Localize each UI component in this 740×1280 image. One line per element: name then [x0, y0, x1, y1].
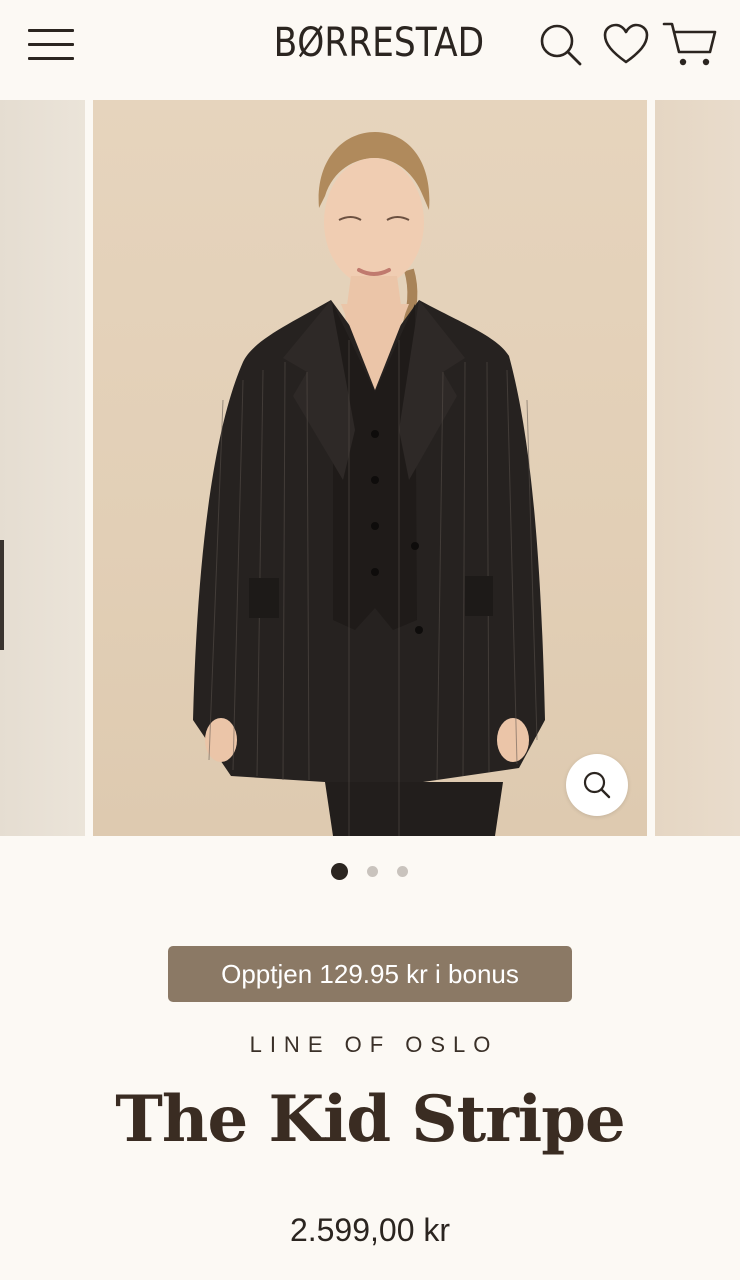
product-brand[interactable]: LINE OF OSLO	[0, 1032, 740, 1058]
zoom-magnifier-icon[interactable]	[566, 754, 628, 816]
pagination-dot-1[interactable]	[331, 863, 348, 880]
menu-icon[interactable]	[28, 28, 74, 62]
gallery-pagination	[330, 862, 410, 882]
cart-icon[interactable]	[662, 20, 718, 70]
model-photo-illustration	[193, 132, 545, 836]
next-slide-image[interactable]	[655, 100, 740, 836]
site-logo[interactable]: BØRRESTAD	[274, 20, 484, 66]
product-title: The Kid Stripe	[115, 1082, 625, 1157]
search-icon[interactable]	[538, 22, 584, 68]
heart-icon[interactable]	[602, 22, 650, 66]
pagination-dot-2[interactable]	[367, 866, 378, 877]
product-image[interactable]	[93, 100, 647, 836]
bonus-badge: Opptjen 129.95 kr i bonus	[168, 946, 572, 1002]
site-header: BØRRESTAD	[0, 0, 740, 98]
pagination-dot-3[interactable]	[397, 866, 408, 877]
previous-slide-image[interactable]	[0, 100, 85, 836]
product-image-gallery[interactable]	[0, 98, 740, 836]
product-price: 2.599,00 kr	[289, 1212, 451, 1248]
